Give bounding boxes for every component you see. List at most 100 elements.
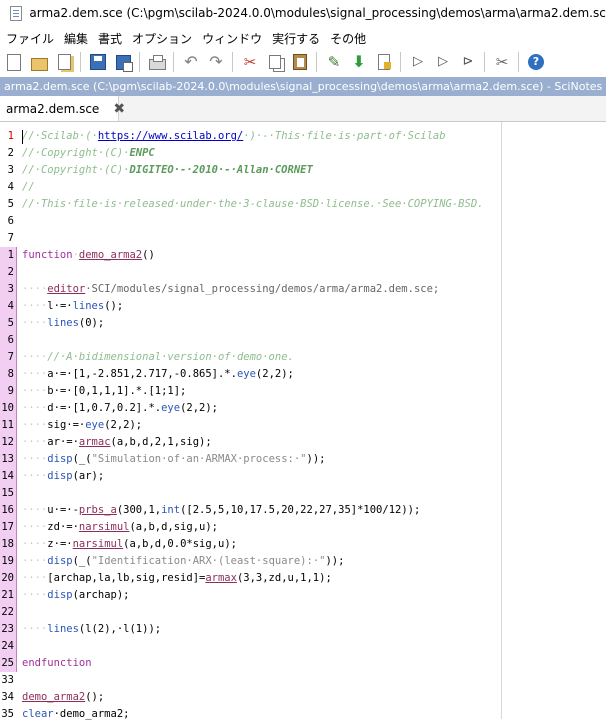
line-number: 1 — [0, 247, 17, 264]
tab-bar: arma2.dem.sce ✖ — [0, 96, 606, 122]
code-line[interactable]: 18 ····z·=·narsimul(a,b,d,0.0*sig,u); — [0, 536, 606, 553]
run-until-icon: ⊳ — [462, 54, 474, 69]
toolbar-separator — [400, 52, 401, 72]
line-number: 7 — [0, 349, 17, 366]
execute-file-button[interactable]: ✎ — [323, 51, 345, 73]
code-line[interactable]: 6 — [0, 332, 606, 349]
line-number: 24 — [0, 638, 17, 655]
code-line[interactable]: 1 //·Scilab·(·https://www.scilab.org/·)·… — [0, 128, 606, 145]
help-button[interactable]: ? — [525, 51, 547, 73]
open-file-button[interactable] — [28, 51, 50, 73]
run-button[interactable]: ▷ — [407, 51, 429, 73]
menu-options[interactable]: オプション — [132, 30, 192, 47]
open-recent-button[interactable] — [53, 51, 75, 73]
run-until-button[interactable]: ⊳ — [457, 51, 479, 73]
line-number: 25 — [0, 655, 17, 672]
redo-icon: ↷ — [209, 52, 223, 71]
menu-other[interactable]: その他 — [330, 30, 366, 47]
line-number: 1 — [7, 130, 14, 142]
code-text: ····//·A·bidimensional·version·of·demo·o… — [22, 351, 294, 363]
code-lines: 1 //·Scilab·(·https://www.scilab.org/·)·… — [0, 128, 606, 723]
menu-file[interactable]: ファイル — [6, 30, 54, 47]
tools-button[interactable]: ✂ — [491, 51, 513, 73]
text-cursor — [22, 130, 23, 144]
execute-selection-button[interactable]: ⬇ — [348, 51, 370, 73]
tools-icon: ✂ — [495, 53, 509, 71]
print-button[interactable] — [146, 51, 168, 73]
code-line[interactable]: 22 — [0, 604, 606, 621]
code-line[interactable]: 17 ····zd·=·narsimul(a,b,d,sig,u); — [0, 519, 606, 536]
save-button[interactable] — [87, 51, 109, 73]
code-line[interactable]: 8 ····a·=·[1,-2.851,2.717,-0.865].*.eye(… — [0, 366, 606, 383]
code-line[interactable]: 7 — [0, 230, 606, 247]
run-icon: ▷ — [413, 54, 423, 69]
code-line[interactable]: 1 function·demo_arma2() — [0, 247, 606, 264]
code-line[interactable]: 2 — [0, 264, 606, 281]
code-text: ····d·=·[1,0.7,0.2].*.eye(2,2); — [22, 402, 218, 414]
code-text: ····lines(l(2),·l(1)); — [22, 623, 162, 635]
window-title: arma2.dem.sce (C:\pgm\scilab-2024.0.0\mo… — [29, 6, 606, 20]
undo-button[interactable]: ↶ — [180, 51, 202, 73]
close-tab-icon[interactable]: ✖ — [113, 101, 125, 117]
code-line[interactable]: 35 clear·demo_arma2; — [0, 706, 606, 723]
code-line[interactable]: 11 ····sig·=·eye(2,2); — [0, 417, 606, 434]
code-line[interactable]: 12 ····ar·=·armac(a,b,d,2,1,sig); — [0, 434, 606, 451]
code-line[interactable]: 3 ····editor·SCI/modules/signal_processi… — [0, 281, 606, 298]
line-number: 21 — [0, 587, 17, 604]
scilab-url-link[interactable]: https://www.scilab.org/ — [98, 130, 243, 142]
code-line[interactable]: 19 ····disp(_("Identification·ARX·(least… — [0, 553, 606, 570]
code-line[interactable]: 13 ····disp(_("Simulation·of·an·ARMAX·pr… — [0, 451, 606, 468]
code-text: //·This·file·is·released·under·the·3-cla… — [22, 198, 484, 210]
run-step-button[interactable]: ▷ — [432, 51, 454, 73]
code-line[interactable]: 2 //·Copyright·(C)·ENPC — [0, 145, 606, 162]
line-number: 23 — [0, 621, 17, 638]
line-number: 7 — [7, 232, 14, 244]
line-number: 16 — [0, 502, 17, 519]
line-number: 34 — [1, 691, 14, 703]
code-line[interactable]: 24 — [0, 638, 606, 655]
code-line[interactable]: 5 //·This·file·is·released·under·the·3-c… — [0, 196, 606, 213]
code-line[interactable]: 9 ····b·=·[0,1,1,1].*.[1;1]; — [0, 383, 606, 400]
copy-button[interactable] — [264, 51, 286, 73]
code-line[interactable]: 14 ····disp(ar); — [0, 468, 606, 485]
new-file-icon — [7, 53, 21, 71]
menu-edit[interactable]: 編集 — [64, 30, 88, 47]
line-number: 17 — [0, 519, 17, 536]
code-text: endfunction — [22, 657, 92, 669]
code-line[interactable]: 10 ····d·=·[1,0.7,0.2].*.eye(2,2); — [0, 400, 606, 417]
code-line[interactable]: 4 // — [0, 179, 606, 196]
cut-button[interactable]: ✂ — [239, 51, 261, 73]
code-line[interactable]: 23 ····lines(l(2),·l(1)); — [0, 621, 606, 638]
execute-to-cursor-button[interactable] — [373, 51, 395, 73]
redo-button[interactable]: ↷ — [205, 51, 227, 73]
code-text: ····sig·=·eye(2,2); — [22, 419, 143, 431]
code-text: ····ar·=·armac(a,b,d,2,1,sig); — [22, 436, 212, 448]
code-line[interactable]: 4 ····l·=·lines(); — [0, 298, 606, 315]
code-line[interactable]: 15 — [0, 485, 606, 502]
code-line[interactable]: 21 ····disp(archap); — [0, 587, 606, 604]
code-line[interactable]: 5 ····lines(0); — [0, 315, 606, 332]
editor-info-bar: arma2.dem.sce (C:\pgm\scilab-2024.0.0\mo… — [0, 77, 606, 96]
code-text: // — [22, 181, 35, 193]
code-line[interactable]: 20 ····[archap,la,lb,sig,resid]=armax(3,… — [0, 570, 606, 587]
help-icon: ? — [528, 54, 544, 70]
code-line[interactable]: 25 endfunction — [0, 655, 606, 672]
save-as-button[interactable] — [112, 51, 134, 73]
new-file-button[interactable] — [3, 51, 25, 73]
code-line[interactable]: 34 demo_arma2(); — [0, 689, 606, 706]
code-line[interactable]: 33 — [0, 672, 606, 689]
code-line[interactable]: 3 //·Copyright·(C)·DIGITEO·-·2010·-·Alla… — [0, 162, 606, 179]
tab-arma2-dem-sce[interactable]: arma2.dem.sce ✖ — [0, 96, 125, 121]
paste-button[interactable] — [289, 51, 311, 73]
menu-bar: ファイル 編集 書式 オプション ウィンドウ 実行する その他 — [0, 28, 606, 48]
menu-format[interactable]: 書式 — [98, 30, 122, 47]
menu-window[interactable]: ウィンドウ — [202, 30, 262, 47]
code-line[interactable]: 6 — [0, 213, 606, 230]
code-editor[interactable]: 1 //·Scilab·(·https://www.scilab.org/·)·… — [0, 122, 606, 720]
scinotes-app-icon — [9, 6, 22, 21]
code-line[interactable]: 7 ····//·A·bidimensional·version·of·demo… — [0, 349, 606, 366]
execute-file-icon: ✎ — [327, 53, 341, 71]
code-line[interactable]: 16 ····u·=·-prbs_a(300,1,int([2.5,5,10,1… — [0, 502, 606, 519]
menu-execute[interactable]: 実行する — [272, 30, 320, 47]
line-number: 9 — [0, 383, 17, 400]
